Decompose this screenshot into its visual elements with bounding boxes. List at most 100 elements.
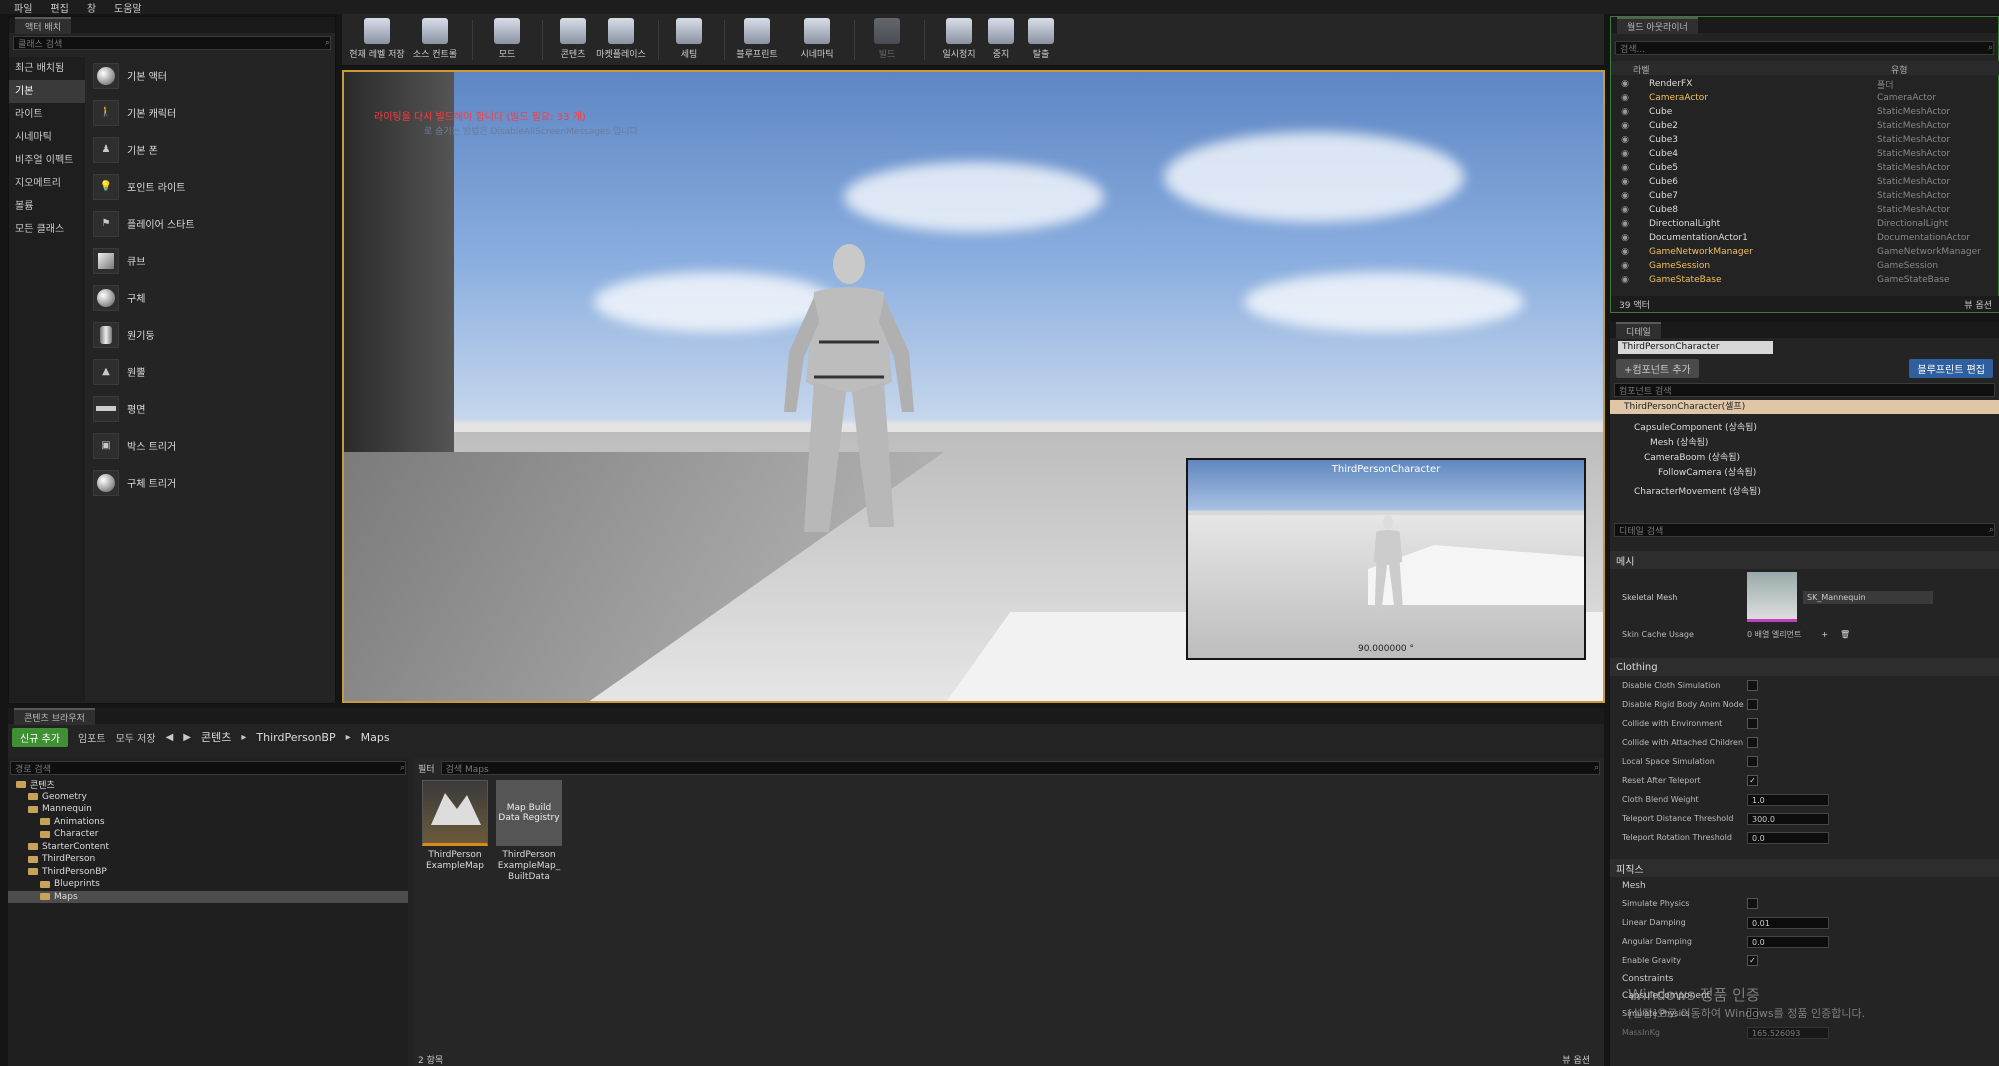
breadcrumb-thirdpersonbp[interactable]: ThirdPersonBP <box>256 731 335 744</box>
place-item[interactable]: 구체 트리거 <box>87 464 337 501</box>
mesh-section-header[interactable]: 메시 <box>1610 551 1999 569</box>
cinematics-button[interactable]: 시네마틱 <box>786 18 848 60</box>
actor-name-field[interactable]: ThirdPersonCharacter <box>1618 341 1773 354</box>
physics-section-header[interactable]: 피직스 <box>1610 859 1999 877</box>
visibility-icon[interactable]: ◉ <box>1611 149 1639 159</box>
outliner-row[interactable]: ◉ GameStateBase GameStateBase <box>1611 273 1999 287</box>
outliner-row[interactable]: ◉ GameNetworkManager GameNetworkManager <box>1611 245 1999 259</box>
folder-tree-item[interactable]: Animations <box>8 816 408 829</box>
component-mesh[interactable]: Mesh (상속됨) <box>1610 435 1999 450</box>
place-item[interactable]: 평면 <box>87 390 337 427</box>
skeletal-mesh-dropdown[interactable]: SK_Mannequin <box>1803 590 1933 604</box>
property-checkbox[interactable] <box>1747 737 1758 748</box>
component-capsule[interactable]: CapsuleComponent (상속됨) <box>1610 420 1999 435</box>
mass-field[interactable]: 165.526093 <box>1747 1026 1829 1039</box>
folder-tree-item[interactable]: 콘텐츠 <box>8 778 408 791</box>
add-new-button[interactable]: 신규 추가 <box>12 727 68 747</box>
forward-icon[interactable]: ▶ <box>183 732 191 743</box>
property-checkbox[interactable] <box>1747 680 1758 691</box>
folder-tree-item[interactable]: ThirdPersonBP <box>8 866 408 879</box>
breadcrumb-maps[interactable]: Maps <box>361 731 390 744</box>
type-column-header[interactable]: 유형 <box>1891 63 1908 76</box>
save-all-button[interactable]: 모두 저장 <box>116 730 156 745</box>
class-search-input[interactable]: 클래스 검색 ⌕ <box>13 36 331 50</box>
place-item[interactable]: 구체 <box>87 279 337 316</box>
menu-edit[interactable]: 편집 <box>50 0 68 15</box>
category-lights[interactable]: 라이트 <box>9 103 85 126</box>
component-search-input[interactable]: 컴포넌트 검색 <box>1614 383 1995 397</box>
build-button[interactable]: 빌드 <box>856 18 918 60</box>
folder-tree-item[interactable]: Blueprints <box>8 878 408 891</box>
outliner-row[interactable]: ◉ Cube8 StaticMeshActor <box>1611 203 1999 217</box>
add-component-button[interactable]: +컴포넌트 추가 <box>1616 359 1699 378</box>
visibility-icon[interactable]: ◉ <box>1611 121 1639 131</box>
property-checkbox[interactable] <box>1747 898 1758 909</box>
place-item[interactable]: 원기둥 <box>87 316 337 353</box>
menu-help[interactable]: 도움말 <box>114 0 142 15</box>
property-checkbox[interactable] <box>1747 699 1758 710</box>
asset-view-options[interactable]: 뷰 옵션 <box>1562 1053 1590 1066</box>
folder-tree-item[interactable]: ThirdPerson <box>8 853 408 866</box>
physics-mesh-subheader[interactable]: Mesh <box>1610 877 1999 894</box>
self-component-row[interactable]: ThirdPersonCharacter(셀프) <box>1610 400 1999 414</box>
outliner-search-input[interactable]: 검색... ⌕ <box>1615 41 1994 55</box>
visibility-icon[interactable]: ◉ <box>1611 79 1639 89</box>
category-visual-effects[interactable]: 비주얼 이펙트 <box>9 149 85 172</box>
property-checkbox[interactable] <box>1747 756 1758 767</box>
outliner-row[interactable]: ◉ GameSession GameSession <box>1611 259 1999 273</box>
visibility-icon[interactable]: ◉ <box>1611 219 1639 229</box>
place-actors-tab[interactable]: 액터 배치 <box>15 16 71 34</box>
visibility-icon[interactable]: ◉ <box>1611 191 1639 201</box>
trash-icon[interactable]: 🗑 <box>1840 630 1850 639</box>
asset-example-map[interactable] <box>422 780 488 846</box>
property-checkbox[interactable]: ✓ <box>1747 955 1758 966</box>
path-search-input[interactable]: 경로 검색 ⌕ <box>10 761 406 775</box>
menu-file[interactable]: 파일 <box>14 0 32 15</box>
folder-tree-item[interactable]: Geometry <box>8 791 408 804</box>
add-element-icon[interactable]: + <box>1821 630 1828 639</box>
category-geometry[interactable]: 지오메트리 <box>9 172 85 195</box>
place-item[interactable]: 기본 액터 <box>87 57 337 94</box>
outliner-row[interactable]: ◉ Cube6 StaticMeshActor <box>1611 175 1999 189</box>
property-number-field[interactable]: 0.0 <box>1747 935 1829 948</box>
menu-window[interactable]: 창 <box>87 0 96 15</box>
visibility-icon[interactable]: ◉ <box>1611 247 1639 257</box>
outliner-row[interactable]: ◉ Cube5 StaticMeshActor <box>1611 161 1999 175</box>
component-follow-camera[interactable]: FollowCamera (상속됨) <box>1610 465 1999 480</box>
eject-button[interactable]: 탈출 <box>1010 18 1072 60</box>
folder-tree-item[interactable]: Character <box>8 828 408 841</box>
outliner-row[interactable]: ◉ Cube4 StaticMeshActor <box>1611 147 1999 161</box>
asset-search-input[interactable]: 검색 Maps ⌕ <box>440 761 1600 775</box>
outliner-row[interactable]: ◉ Cube2 StaticMeshActor <box>1611 119 1999 133</box>
place-item[interactable]: ⚑ 플레이어 스타트 <box>87 205 337 242</box>
save-level-button[interactable]: 현재 레벨 저장 <box>346 18 408 60</box>
source-control-button[interactable]: 소스 컨트롤 <box>404 18 466 60</box>
marketplace-button[interactable]: 마켓플레이스 <box>590 18 652 60</box>
property-number-field[interactable]: 0.01 <box>1747 916 1829 929</box>
modes-button[interactable]: 모드 <box>476 18 538 60</box>
breadcrumb-content[interactable]: 콘텐츠 <box>201 729 231 745</box>
property-checkbox[interactable] <box>1747 718 1758 729</box>
visibility-icon[interactable]: ◉ <box>1611 233 1639 243</box>
folder-tree-item[interactable]: Mannequin <box>8 803 408 816</box>
property-number-field[interactable]: 0.0 <box>1747 831 1829 844</box>
category-basic[interactable]: 기본 <box>9 80 85 103</box>
outliner-row[interactable]: ◉ RenderFX 폴더 <box>1611 77 1999 91</box>
detail-search-input[interactable]: 디테일 검색 ⌕ <box>1614 523 1995 537</box>
details-tab[interactable]: 디테일 <box>1616 321 1661 339</box>
component-camera-boom[interactable]: CameraBoom (상속됨) <box>1610 450 1999 465</box>
outliner-row[interactable]: ◉ Cube StaticMeshActor <box>1611 105 1999 119</box>
outliner-row[interactable]: ◉ DocumentationActor1 DocumentationActor <box>1611 231 1999 245</box>
settings-button[interactable]: 세팅 <box>658 18 720 60</box>
blueprints-button[interactable]: 블루프린트 <box>726 18 788 60</box>
content-browser-tab[interactable]: 콘텐츠 브라우저 <box>14 707 95 725</box>
visibility-icon[interactable]: ◉ <box>1611 261 1639 271</box>
outliner-row[interactable]: ◉ Cube7 StaticMeshActor <box>1611 189 1999 203</box>
edit-blueprint-button[interactable]: 블루프린트 편집 <box>1909 359 1993 378</box>
visibility-icon[interactable]: ◉ <box>1611 275 1639 285</box>
level-viewport[interactable]: 라이팅을 다시 빌드해야 합니다 (빌드 필요: 33 개) 로 숨기는 방법은… <box>342 70 1605 703</box>
folder-tree-item[interactable]: StarterContent <box>8 841 408 854</box>
outliner-tab[interactable]: 월드 아웃라이너 <box>1617 16 1698 34</box>
place-item[interactable]: 큐브 <box>87 242 337 279</box>
visibility-icon[interactable]: ◉ <box>1611 205 1639 215</box>
